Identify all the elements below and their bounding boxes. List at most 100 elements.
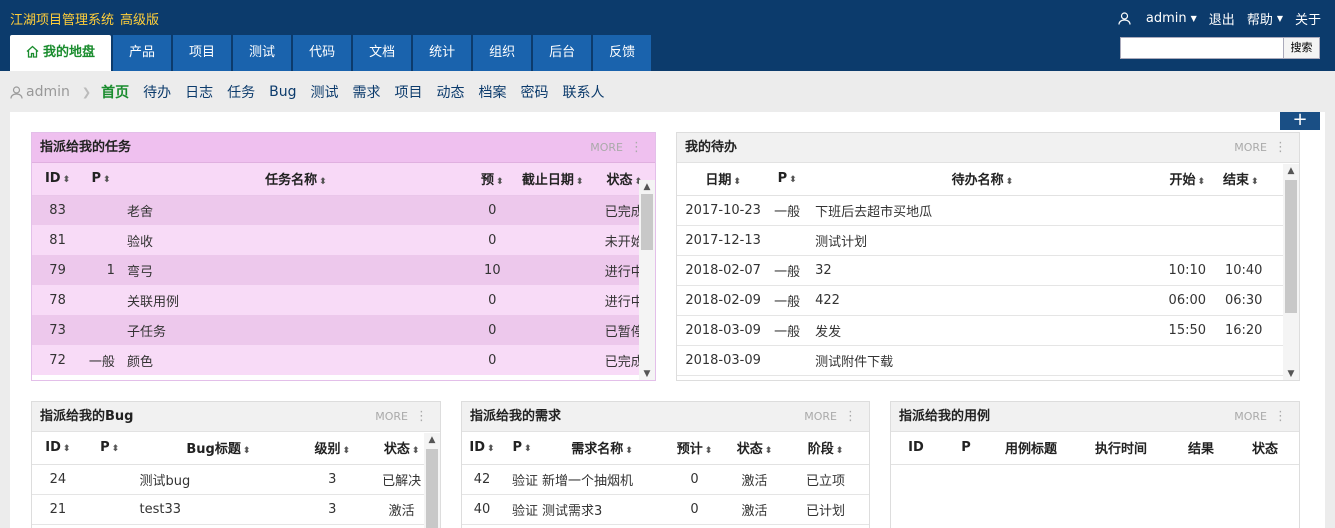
th-pri[interactable]: P ⬍ <box>769 163 806 196</box>
table-row[interactable]: 2018-03-09 一般 发发 15:50 16:20 <box>677 315 1299 346</box>
subnav-project[interactable]: 项目 <box>394 82 422 102</box>
scroll-thumb[interactable] <box>1285 180 1297 313</box>
th-severity[interactable]: 级别 ⬍ <box>301 432 364 465</box>
th-estimate[interactable]: 预计 ⬍ <box>662 432 727 465</box>
table-row[interactable]: 42 验证 新增一个抽烟机 0 激活 已立项 <box>462 464 869 495</box>
app-brand[interactable]: 江湖项目管理系统 高级版 <box>10 9 159 28</box>
more-vert-icon[interactable]: ⋮ <box>1274 133 1287 163</box>
th-begin[interactable]: 开始 ⬍ <box>1159 163 1215 196</box>
subnav-bug[interactable]: Bug <box>269 84 296 100</box>
th-title[interactable]: Bug标题 ⬍ <box>135 432 302 465</box>
scroll-up-icon[interactable]: ▲ <box>639 180 655 194</box>
more-link[interactable]: MORE <box>1234 133 1267 163</box>
scrollbar[interactable]: ▲ ▼ <box>639 180 655 380</box>
subnav-dynamic[interactable]: 动态 <box>436 82 464 102</box>
table-row[interactable]: 72 一般 颜色 0 已完成 <box>32 345 655 375</box>
user-menu[interactable]: admin ▼ <box>1118 11 1197 26</box>
cell-title[interactable]: 新增一个抽烟机 <box>542 464 662 495</box>
more-link[interactable]: MORE <box>804 402 837 432</box>
table-row[interactable]: 73 子任务 0 已暂停 <box>32 315 655 345</box>
scrollbar[interactable]: ▲ <box>424 433 440 528</box>
tab-doc[interactable]: 文档 <box>353 35 412 71</box>
th-id[interactable]: ID ⬍ <box>32 432 84 465</box>
th-pri[interactable]: P ⬍ <box>83 163 119 196</box>
cell-name[interactable]: 验收 <box>118 225 473 255</box>
cell-title[interactable]: 测试bug <box>135 464 302 495</box>
help-menu[interactable]: 帮助 ▼ <box>1247 9 1283 28</box>
th-title[interactable]: 需求名称 ⬍ <box>542 432 662 465</box>
th-pri[interactable]: P ⬍ <box>83 432 136 465</box>
th-pri[interactable]: P <box>941 432 991 465</box>
table-row[interactable]: 2017-12-13 测试计划 <box>677 225 1299 256</box>
subnav-test[interactable]: 测试 <box>310 82 338 102</box>
cell-name[interactable]: 颜色 <box>118 345 473 375</box>
th-title[interactable]: 用例标题 <box>991 432 1071 465</box>
tab-product[interactable]: 产品 <box>113 35 172 71</box>
th-id[interactable]: ID ⬍ <box>462 432 502 465</box>
table-row[interactable]: 2018-02-09 一般 422 06:00 06:30 <box>677 285 1299 316</box>
th-status[interactable]: 状态 <box>1231 432 1299 465</box>
th-id[interactable]: ID <box>891 432 941 465</box>
subnav-profile[interactable]: 档案 <box>478 82 506 102</box>
more-vert-icon[interactable]: ⋮ <box>630 133 643 163</box>
subnav-task[interactable]: 任务 <box>227 82 255 102</box>
search-input[interactable] <box>1120 37 1284 59</box>
th-estimate[interactable]: 预 ⬍ <box>472 163 512 196</box>
table-row[interactable]: 79 1 弯弓 10 进行中 <box>32 255 655 285</box>
tab-admin[interactable]: 后台 <box>533 35 592 71</box>
th-pri[interactable]: P ⬍ <box>502 432 542 465</box>
logout-link[interactable]: 退出 <box>1209 9 1235 28</box>
about-link[interactable]: 关于 <box>1295 9 1321 28</box>
tab-my[interactable]: 我的地盘 <box>10 35 112 71</box>
cell-name[interactable]: 下班后去超市买地瓜 <box>805 195 1160 226</box>
more-vert-icon[interactable]: ⋮ <box>1274 402 1287 432</box>
th-run-time[interactable]: 执行时间 <box>1071 432 1171 465</box>
table-row[interactable]: 2018-02-07 一般 32 10:10 10:40 <box>677 255 1299 286</box>
th-status[interactable]: 状态⬍ <box>727 432 782 465</box>
cell-name[interactable]: 测试计划 <box>805 225 1160 256</box>
cell-name[interactable]: 老舍 <box>118 195 473 225</box>
scroll-down-icon[interactable]: ▼ <box>639 367 655 380</box>
subnav-password[interactable]: 密码 <box>520 82 548 102</box>
table-row[interactable]: 83 老舍 0 已完成 <box>32 195 655 225</box>
table-row[interactable]: 24 测试bug 3 已解决 <box>32 464 440 495</box>
table-row[interactable]: 40 验证 测试需求3 0 激活 已计划 <box>462 494 869 525</box>
scroll-up-icon[interactable]: ▲ <box>1283 164 1299 178</box>
breadcrumb-user[interactable]: admin <box>10 84 70 100</box>
subnav-story[interactable]: 需求 <box>352 82 380 102</box>
th-id[interactable]: ID ⬍ <box>32 163 84 196</box>
th-result[interactable]: 结果 <box>1171 432 1231 465</box>
add-block-button[interactable]: + <box>1280 111 1320 130</box>
table-row[interactable]: 21 test33 3 激活 <box>32 494 440 525</box>
table-row[interactable]: 78 关联用例 0 进行中 <box>32 285 655 315</box>
subnav-contacts[interactable]: 联系人 <box>562 82 604 102</box>
th-name[interactable]: 待办名称 ⬍ <box>805 163 1160 196</box>
tab-org[interactable]: 组织 <box>473 35 532 71</box>
tab-test[interactable]: 测试 <box>233 35 292 71</box>
scroll-thumb[interactable] <box>426 449 438 528</box>
th-date[interactable]: 日期 ⬍ <box>677 163 770 196</box>
th-name[interactable]: 任务名称 ⬍ <box>118 163 473 196</box>
search-button[interactable]: 搜索 <box>1284 37 1320 59</box>
scrollbar[interactable]: ▲ ▼ <box>1283 164 1299 380</box>
subnav-log[interactable]: 日志 <box>185 82 213 102</box>
more-vert-icon[interactable]: ⋮ <box>844 402 857 432</box>
more-vert-icon[interactable]: ⋮ <box>415 402 428 432</box>
cell-name[interactable]: 关联用例 <box>118 285 473 315</box>
table-row[interactable]: 2018-03-09 测试附件下载 <box>677 345 1299 376</box>
tab-feedback[interactable]: 反馈 <box>593 35 652 71</box>
more-link[interactable]: MORE <box>375 402 408 432</box>
table-row[interactable]: 81 验收 0 未开始 <box>32 225 655 255</box>
more-link[interactable]: MORE <box>590 133 623 163</box>
cell-title[interactable]: 测试需求3 <box>542 494 662 525</box>
subnav-home[interactable]: 首页 <box>101 82 129 102</box>
cell-name[interactable]: 测试附件下载 <box>805 345 1160 376</box>
table-row[interactable]: 2017-10-23 一般 下班后去超市买地瓜 <box>677 195 1299 226</box>
th-deadline[interactable]: 截止日期 ⬍ <box>511 163 594 196</box>
cell-name[interactable]: 子任务 <box>118 315 473 345</box>
cell-name[interactable]: 发发 <box>805 315 1160 346</box>
tab-code[interactable]: 代码 <box>293 35 352 71</box>
tab-project[interactable]: 项目 <box>173 35 232 71</box>
cell-title[interactable]: test33 <box>135 494 302 525</box>
cell-name[interactable]: 422 <box>805 285 1160 316</box>
